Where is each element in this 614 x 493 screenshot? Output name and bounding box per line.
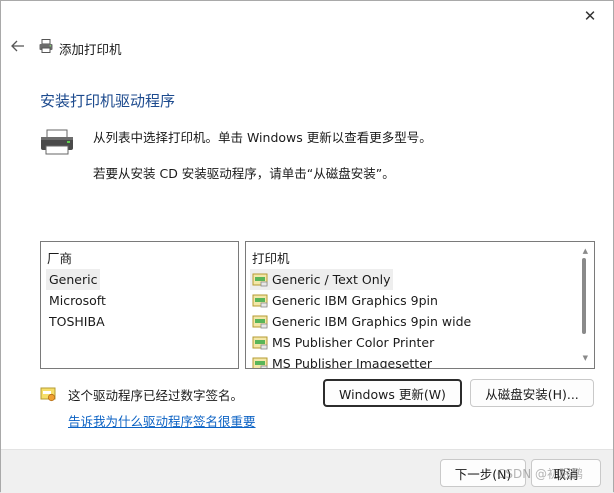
printer-driver-icon xyxy=(252,336,268,349)
printer-item-label: MS Publisher Color Printer xyxy=(272,335,435,350)
printer-item[interactable]: Generic IBM Graphics 9pin wide xyxy=(250,311,473,332)
printer-item-label: MS Publisher Imagesetter xyxy=(272,356,433,369)
back-button[interactable] xyxy=(9,37,27,55)
printer-item-label: Generic / Text Only xyxy=(272,272,391,287)
signed-driver-icon xyxy=(40,387,56,402)
close-icon: ✕ xyxy=(583,7,597,25)
instruction-text: 从列表中选择打印机。单击 Windows 更新以查看更多型号。 xyxy=(93,130,432,145)
printer-icon xyxy=(41,129,73,155)
printer-list[interactable]: 打印机 Generic / Text Only Generic IBM Grap… xyxy=(245,241,595,369)
scroll-down-icon[interactable]: ▼ xyxy=(583,354,588,362)
window-close-button[interactable]: ✕ xyxy=(567,1,613,31)
printer-list-header: 打印机 xyxy=(252,251,290,266)
disk-instruction-text: 若要从安装 CD 安装驱动程序，请单击“从磁盘安装”。 xyxy=(93,166,395,181)
printer-driver-icon xyxy=(252,273,268,286)
printer-item-label: Generic IBM Graphics 9pin xyxy=(272,293,438,308)
printer-item[interactable]: Generic IBM Graphics 9pin xyxy=(250,290,440,311)
printer-list-scrollbar[interactable] xyxy=(582,258,586,334)
manufacturer-item-toshiba[interactable]: TOSHIBA xyxy=(46,311,108,332)
printer-item-label: Generic IBM Graphics 9pin wide xyxy=(272,314,472,329)
next-button[interactable]: 下一步(N) xyxy=(440,459,526,487)
manufacturer-list[interactable]: 厂商 Generic Microsoft TOSHIBA xyxy=(40,241,239,369)
manufacturer-item-generic[interactable]: Generic xyxy=(46,269,101,290)
printer-driver-icon xyxy=(252,315,268,328)
window-title: 添加打印机 xyxy=(59,42,122,57)
signature-status-text: 这个驱动程序已经过数字签名。 xyxy=(68,388,244,403)
have-disk-button[interactable]: 从磁盘安装(H)... xyxy=(470,379,594,407)
wizard-title-bar: 添加打印机 xyxy=(1,31,613,63)
back-arrow-icon xyxy=(11,40,24,52)
printer-driver-icon xyxy=(252,357,268,368)
add-printer-window: ✕ 添加打印机 安装打印机驱动程序 从列表中选择打印机。单击 Windows 更… xyxy=(0,0,614,493)
printer-item[interactable]: Generic / Text Only xyxy=(250,269,393,290)
printer-driver-icon xyxy=(252,294,268,307)
manufacturer-item-microsoft[interactable]: Microsoft xyxy=(46,290,109,311)
signature-info-link[interactable]: 告诉我为什么驱动程序签名很重要 xyxy=(68,411,256,430)
manufacturer-list-header: 厂商 xyxy=(47,251,73,266)
printer-item[interactable]: MS Publisher Color Printer xyxy=(250,332,436,353)
page-heading: 安装打印机驱动程序 xyxy=(40,92,176,110)
printer-icon xyxy=(39,39,53,53)
printer-item[interactable]: MS Publisher Imagesetter xyxy=(250,353,434,369)
scroll-up-icon[interactable]: ▲ xyxy=(583,247,588,255)
cancel-button[interactable]: 取消 xyxy=(531,459,601,487)
windows-update-button[interactable]: Windows 更新(W) xyxy=(323,379,462,407)
